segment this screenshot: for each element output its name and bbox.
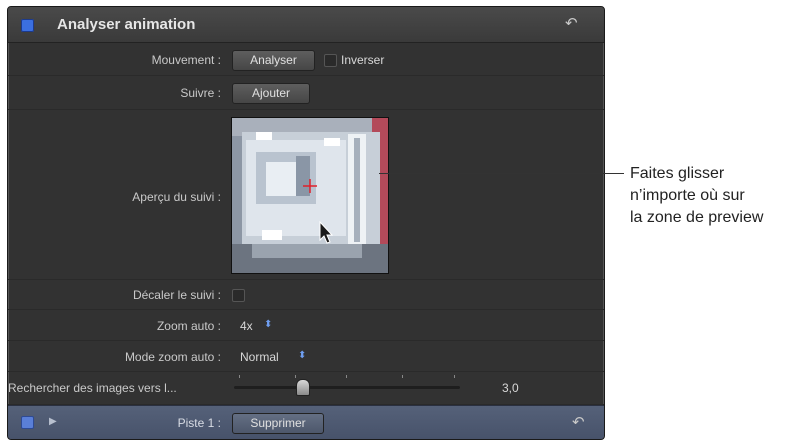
zoom-mode-stepper-icon[interactable]: ⬍ xyxy=(298,350,306,361)
preview-image xyxy=(232,118,388,273)
zoom-mode-value[interactable]: Normal xyxy=(240,350,279,364)
slider-tick xyxy=(402,375,403,378)
callout-line-1: Faites glisser xyxy=(630,165,725,182)
callout-line-3: la zone de preview xyxy=(630,209,764,226)
search-value[interactable]: 3,0 xyxy=(502,381,519,395)
disclosure-triangle-icon[interactable]: ▶ xyxy=(49,416,57,427)
zoom-value[interactable]: 4x xyxy=(240,319,253,333)
preview-label: Aperçu du suivi : xyxy=(132,190,221,204)
slider-tick xyxy=(295,375,296,378)
track-label: Piste 1 : xyxy=(177,416,221,430)
search-slider-track[interactable] xyxy=(234,386,460,389)
delete-button[interactable]: Supprimer xyxy=(232,413,324,434)
section-header: Analyser animation ↶ xyxy=(8,7,604,43)
row-follow: Suivre : Ajouter xyxy=(8,76,604,110)
callout-line-2: n’importe où sur xyxy=(630,187,745,204)
inspector-panel: Analyser animation ↶ Mouvement : Analyse… xyxy=(7,6,605,440)
search-slider-thumb[interactable] xyxy=(296,379,310,396)
reset-arrow-icon[interactable]: ↶ xyxy=(572,413,585,431)
slider-tick xyxy=(239,375,240,378)
callout-text: Faites glisser n’importe où sur la zone … xyxy=(630,163,763,229)
row-movement: Mouvement : Analyser Inverser xyxy=(8,43,604,76)
row-offset: Décaler le suivi : xyxy=(8,280,604,310)
callout-line xyxy=(379,173,624,174)
tracking-preview[interactable] xyxy=(231,117,389,274)
reset-arrow-icon[interactable]: ↶ xyxy=(565,14,578,32)
row-zoom: Zoom auto : 4x ⬍ xyxy=(8,310,604,341)
offset-label: Décaler le suivi : xyxy=(132,288,221,302)
follow-label: Suivre : xyxy=(180,86,221,100)
track-enable-checkbox[interactable] xyxy=(21,416,34,429)
row-search: Rechercher des images vers l... 3,0 xyxy=(8,372,604,405)
slider-tick xyxy=(346,375,347,378)
zoom-stepper-icon[interactable]: ⬍ xyxy=(264,319,272,330)
zoom-label: Zoom auto : xyxy=(156,319,221,333)
section-title: Analyser animation xyxy=(57,16,196,33)
section-enable-checkbox[interactable] xyxy=(21,19,34,32)
search-label: Rechercher des images vers l... xyxy=(8,381,177,395)
offset-checkbox[interactable] xyxy=(232,289,245,302)
track-footer: ▶ Piste 1 : Supprimer ↶ xyxy=(8,405,604,439)
analyze-button[interactable]: Analyser xyxy=(232,50,315,71)
slider-tick xyxy=(454,375,455,378)
add-button[interactable]: Ajouter xyxy=(232,83,310,104)
invert-checkbox[interactable] xyxy=(324,54,337,67)
movement-label: Mouvement : xyxy=(151,53,221,67)
row-zoom-mode: Mode zoom auto : Normal ⬍ xyxy=(8,341,604,372)
zoom-mode-label: Mode zoom auto : xyxy=(124,350,221,364)
invert-label: Inverser xyxy=(341,53,385,67)
